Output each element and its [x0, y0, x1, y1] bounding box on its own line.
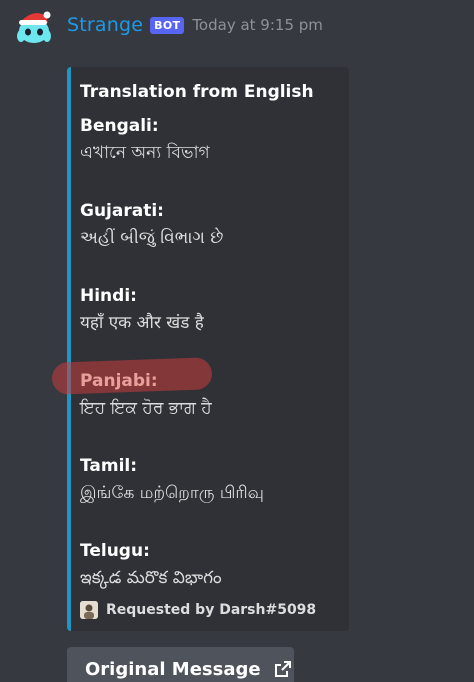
external-link-icon	[274, 661, 291, 677]
button-label: Original Message	[85, 658, 261, 680]
user-avatar-icon	[80, 601, 98, 619]
santa-bot-icon	[17, 11, 51, 43]
footer-text: Requested by Darsh#5098	[106, 602, 317, 618]
embed-title: Translation from English	[80, 82, 314, 102]
field-value: ਇਹ ਇਕ ਹੋਰ ਭਾਗ ਹੈ	[80, 398, 212, 418]
message-container: Strange BOT Today at 9:15 pm Translation…	[0, 0, 474, 682]
field-value: यहाँ एक और खंड है	[80, 313, 204, 333]
message-header: Strange BOT Today at 9:15 pm	[67, 10, 323, 40]
field-bengali: Bengali: এখানে অন্য বিভাগ	[80, 115, 210, 166]
field-telugu: Telugu: ఇక్కడ మరొక విభాగం	[80, 540, 222, 591]
timestamp: Today at 9:15 pm	[192, 16, 323, 34]
field-name: Hindi:	[80, 286, 137, 306]
field-value: અહીં બીજું વિભાગ છે	[80, 228, 224, 248]
username[interactable]: Strange	[67, 14, 143, 36]
field-name: Gujarati:	[80, 201, 164, 221]
translation-embed: Translation from English Bengali: এখানে …	[51, 67, 349, 631]
field-name: Bengali:	[80, 116, 159, 136]
field-tamil: Tamil: இங்கே மற்றொரு பிரிவு	[80, 455, 264, 506]
field-gujarati: Gujarati: અહીં બીજું વિભાગ છે	[80, 200, 223, 251]
field-value: ఇక్కడ మరొక విభాగం	[80, 568, 222, 588]
bot-tag: BOT	[150, 16, 185, 34]
original-message-button[interactable]: Original Message	[67, 647, 294, 682]
field-panjabi: Panjabi: ਇਹ ਇਕ ਹੋਰ ਭਾਗ ਹੈ	[51, 357, 213, 421]
field-name: Telugu:	[80, 541, 150, 561]
bot-avatar[interactable]	[14, 6, 54, 46]
field-name: Tamil:	[80, 456, 138, 476]
embed-footer: Requested by Darsh#5098	[80, 601, 316, 619]
field-hindi: Hindi: यहाँ एक और खंड है	[80, 285, 204, 336]
field-value: இங்கே மற்றொரு பிரிவு	[80, 483, 264, 503]
embed-content: Translation from English Bengali: এখানে …	[51, 81, 343, 619]
field-name: Panjabi:	[80, 371, 158, 391]
field-value: এখানে অন্য বিভাগ	[80, 143, 210, 163]
